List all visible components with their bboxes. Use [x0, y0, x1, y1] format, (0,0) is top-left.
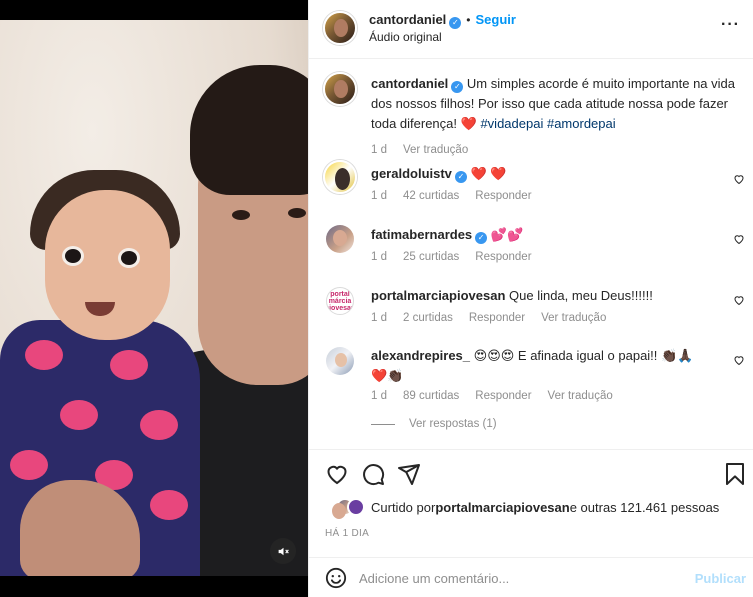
comment-username[interactable]: alexandrepires_ — [371, 348, 470, 363]
post-actions-bar — [309, 449, 753, 494]
comment-avatar[interactable] — [326, 225, 354, 253]
comment-likes[interactable]: 2 curtidas — [403, 312, 453, 324]
author-username[interactable]: cantordaniel — [369, 12, 446, 27]
comment-avatar[interactable] — [326, 347, 354, 375]
comment-item: fatimabernardes ✓ 💕💕 1 d 25 curtidas Respon… — [371, 225, 731, 263]
mute-button[interactable] — [270, 538, 296, 564]
comment-item: alexandrepires_ 😍😍😍 E afinada igual o pa… — [371, 346, 731, 402]
comment-text-line2: ❤️👏🏿 — [371, 368, 404, 383]
author-line: cantordaniel ✓ • Seguir — [369, 12, 516, 29]
speaker-muted-icon — [278, 547, 289, 555]
author-avatar[interactable] — [323, 11, 357, 45]
comment-meta: 1 d 2 curtidas Responder Ver tradução — [371, 312, 731, 324]
comment-avatar[interactable]: portal márcia piovesan — [326, 287, 354, 315]
hashtag-link[interactable]: #vidadepai — [480, 116, 543, 131]
comment-username[interactable]: portalmarciapiovesan — [371, 288, 505, 303]
translate-link[interactable]: Ver tradução — [548, 390, 613, 402]
post-date[interactable]: HÁ 1 DIA — [325, 528, 369, 539]
caption-username[interactable]: cantordaniel — [371, 76, 448, 91]
baby-eye-left — [62, 246, 84, 266]
add-comment-bar: Publicar — [309, 557, 753, 597]
liker-avatar — [347, 498, 365, 516]
caption-heart: ❤️ — [460, 116, 477, 131]
caption-time[interactable]: 1 d — [371, 144, 387, 156]
post-media-panel — [0, 0, 308, 597]
verified-badge-icon: ✓ — [451, 81, 464, 93]
jacket-dot — [150, 490, 188, 520]
comment-like-heart-icon[interactable] — [733, 233, 745, 245]
verified-badge-icon: ✓ — [475, 232, 488, 244]
more-options-icon[interactable]: ··· — [721, 16, 740, 34]
comment-likes[interactable]: 89 curtidas — [403, 390, 459, 402]
comment-meta: 1 d 25 curtidas Responder — [371, 251, 731, 263]
baby-face — [45, 190, 170, 340]
verified-badge-icon: ✓ — [454, 171, 467, 183]
audio-link[interactable]: Áudio original — [369, 30, 442, 44]
jacket-dot — [140, 410, 178, 440]
comment-like-heart-icon[interactable] — [733, 354, 745, 366]
likes-summary: Curtido por portalmarciapiovesan e outra… — [325, 498, 719, 516]
jacket-dot — [25, 340, 63, 370]
man-eye-left — [232, 210, 250, 220]
comment-avatar[interactable] — [323, 160, 357, 194]
jacket-dot — [60, 400, 98, 430]
jacket-dot — [10, 450, 48, 480]
likes-count[interactable]: e outras 121.461 pessoas — [570, 500, 720, 515]
reply-button[interactable]: Responder — [475, 251, 531, 263]
separator-dot: • — [466, 13, 471, 27]
hashtag-link[interactable]: #amordepai — [547, 116, 616, 131]
comment-text: 💕💕 — [490, 227, 524, 242]
post-caption: cantordaniel ✓ Um simples acorde é muito … — [371, 74, 741, 160]
comment-text: 😍😍😍 E afinada igual o papai!! 👏🏿🙏🏿 — [473, 348, 694, 363]
comment-item: geraldoluistv ✓ ❤️ ❤️ 1 d 42 curtidas Respo… — [371, 164, 731, 202]
bookmark-icon[interactable] — [724, 462, 746, 486]
paper-plane-icon[interactable] — [397, 462, 421, 486]
post-header: cantordaniel ✓ • Seguir Áudio original ··· — [309, 0, 753, 59]
caption-avatar[interactable] — [323, 72, 357, 106]
translate-link[interactable]: Ver tradução — [403, 144, 468, 156]
reply-button[interactable]: Responder — [469, 312, 525, 324]
likes-prefix: Curtido por — [371, 499, 436, 515]
comment-input[interactable] — [359, 566, 679, 590]
comment-text: ❤️ ❤️ — [470, 166, 507, 181]
comment-like-heart-icon[interactable] — [733, 294, 745, 306]
translate-link[interactable]: Ver tradução — [541, 312, 606, 324]
jacket-dot — [110, 350, 148, 380]
comment-item: portalmarciapiovesan Que linda, meu Deus… — [371, 286, 731, 324]
portal-avatar-text: portal márcia piovesan — [326, 290, 354, 312]
comment-time[interactable]: 1 d — [371, 251, 387, 263]
verified-badge-icon: ✓ — [449, 17, 462, 29]
likes-user[interactable]: portalmarciapiovesan — [435, 500, 569, 515]
reply-button[interactable]: Responder — [475, 190, 531, 202]
comment-time[interactable]: 1 d — [371, 190, 387, 202]
view-replies-label: Ver respostas (1) — [409, 418, 497, 430]
post-video[interactable] — [0, 20, 308, 576]
comment-meta: 1 d 89 curtidas Responder Ver tradução — [371, 390, 731, 402]
heart-outline-icon[interactable] — [325, 462, 349, 486]
comment-meta: 1 d 42 curtidas Responder — [371, 190, 731, 202]
replies-divider — [371, 423, 395, 425]
comment-username[interactable]: fatimabernardes — [371, 227, 472, 242]
comment-likes[interactable]: 42 curtidas — [403, 190, 459, 202]
comment-time[interactable]: 1 d — [371, 312, 387, 324]
emoji-smiley-icon[interactable] — [325, 567, 347, 589]
caption-meta: 1 d Ver tradução — [371, 140, 741, 160]
comment-likes[interactable]: 25 curtidas — [403, 251, 459, 263]
comment-bubble-icon[interactable] — [361, 462, 385, 486]
follow-button[interactable]: Seguir — [476, 12, 516, 27]
post-details-panel: cantordaniel ✓ • Seguir Áudio original ··· … — [308, 0, 753, 597]
comment-like-heart-icon[interactable] — [733, 173, 745, 185]
comment-text: Que linda, meu Deus!!!!!! — [509, 288, 653, 303]
man-eye-right — [288, 208, 306, 218]
comment-time[interactable]: 1 d — [371, 390, 387, 402]
publish-button[interactable]: Publicar — [695, 571, 746, 586]
view-replies-button[interactable]: Ver respostas (1) — [371, 418, 497, 430]
baby-eye-right — [118, 248, 140, 268]
comment-username[interactable]: geraldoluistv — [371, 166, 452, 181]
reply-button[interactable]: Responder — [475, 390, 531, 402]
